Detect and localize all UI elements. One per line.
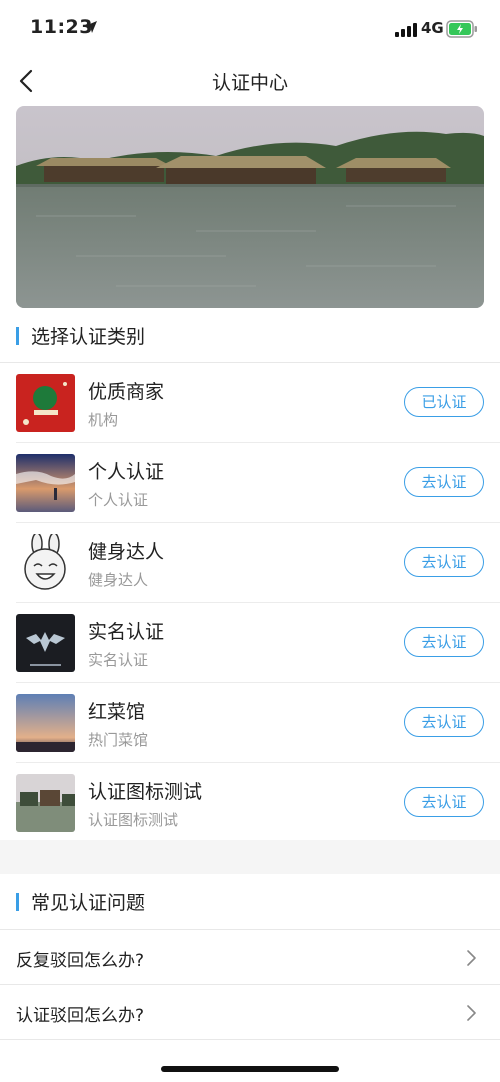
item-name: 红菜馆 <box>88 701 146 723</box>
chevron-right-icon <box>467 950 476 966</box>
item-name: 个人认证 <box>88 461 165 483</box>
item-name: 健身达人 <box>88 541 165 563</box>
battery-charging-icon <box>446 20 477 38</box>
section-header-categories: 选择认证类别 <box>0 308 500 364</box>
item-subtitle: 健身达人 <box>88 571 149 589</box>
section-accent-bar <box>16 327 19 345</box>
location-arrow-icon <box>85 21 97 33</box>
section-spacer <box>0 840 500 874</box>
item-subtitle: 认证图标测试 <box>88 811 179 829</box>
item-name: 认证图标测试 <box>88 781 203 803</box>
status-bar: 11:23 4G <box>0 0 500 60</box>
page-title: 认证中心 <box>211 72 288 94</box>
item-subtitle: 实名认证 <box>88 651 149 669</box>
section-header-faq: 常见认证问题 <box>0 874 500 930</box>
merchant-thumbnail <box>16 374 75 432</box>
item-subtitle: 个人认证 <box>88 491 149 509</box>
row-divider <box>0 1039 500 1040</box>
chevron-right-icon <box>467 1005 476 1021</box>
restaurant-thumbnail <box>16 694 75 752</box>
certify-button[interactable]: 去认证 <box>404 547 484 577</box>
section-title: 常见认证问题 <box>31 892 146 914</box>
item-subtitle: 热门菜馆 <box>88 731 149 749</box>
item-name: 优质商家 <box>88 381 165 403</box>
certified-button[interactable]: 已认证 <box>404 387 484 417</box>
icon-test-thumbnail <box>16 774 75 832</box>
category-row[interactable]: 个人认证 个人认证 去认证 <box>0 443 500 523</box>
certify-button[interactable]: 去认证 <box>404 707 484 737</box>
faq-question: 认证驳回怎么办? <box>16 1006 145 1026</box>
faq-item[interactable]: 反复驳回怎么办? <box>0 930 500 985</box>
category-row[interactable]: 实名认证 实名认证 去认证 <box>0 603 500 683</box>
banner-image <box>16 106 484 308</box>
network-type: 4G <box>421 19 444 37</box>
personal-thumbnail <box>16 454 75 512</box>
faq-item[interactable]: 认证驳回怎么办? <box>0 985 500 1040</box>
category-row[interactable]: 认证图标测试 认证图标测试 去认证 <box>0 763 500 843</box>
navigation-bar: 认证中心 <box>0 60 500 104</box>
section-title: 选择认证类别 <box>31 326 146 348</box>
certify-button[interactable]: 去认证 <box>404 467 484 497</box>
home-indicator[interactable] <box>161 1066 339 1072</box>
faq-question: 反复驳回怎么办? <box>16 951 145 971</box>
fitness-thumbnail <box>16 534 75 592</box>
realname-thumbnail <box>16 614 75 672</box>
certify-button[interactable]: 去认证 <box>404 627 484 657</box>
category-row[interactable]: 红菜馆 热门菜馆 去认证 <box>0 683 500 763</box>
category-row[interactable]: 健身达人 健身达人 去认证 <box>0 523 500 603</box>
item-name: 实名认证 <box>88 621 165 643</box>
cellular-signal-icon <box>395 23 417 37</box>
section-accent-bar <box>16 893 19 911</box>
category-row[interactable]: 优质商家 机构 已认证 <box>0 363 500 443</box>
item-subtitle: 机构 <box>88 411 119 429</box>
certify-button[interactable]: 去认证 <box>404 787 484 817</box>
